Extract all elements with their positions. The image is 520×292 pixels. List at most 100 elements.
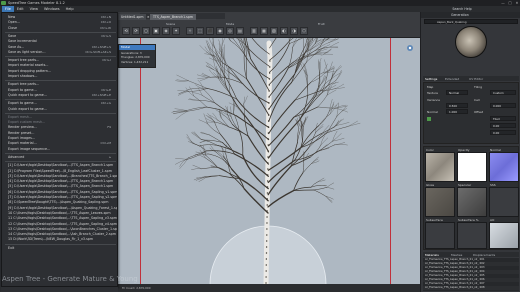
tiling-field[interactable]: Custom [490, 90, 516, 95]
close-window-button[interactable]: ✕ [514, 1, 520, 5]
toolbar-tool-icon[interactable]: ✦ [172, 27, 180, 35]
branch [326, 182, 334, 188]
normal-field[interactable]: 1.000 [446, 109, 468, 114]
branch [267, 165, 293, 196]
branch [176, 74, 189, 81]
tab-untitled[interactable]: Untitled1.spm [118, 14, 147, 20]
tab-settings-panel[interactable]: Settings [425, 77, 437, 81]
branch [186, 106, 207, 111]
toolbar-tool-icon[interactable]: ◑ [290, 27, 298, 35]
menu-item-label: Export to game... [8, 101, 37, 106]
menu-item[interactable]: Quick export to game... [2, 107, 117, 112]
cell-field[interactable]: 0.000 [490, 103, 516, 108]
minimize-button[interactable]: — [500, 1, 506, 5]
toolbar-tool-icon[interactable]: ▥ [250, 27, 258, 35]
branch [217, 151, 224, 158]
tab-meshes[interactable]: Meshes [451, 253, 462, 257]
branch [244, 55, 270, 79]
material-list: Ar_Flamevine_TTS_Aspen_Branch_01_v2_ 001… [423, 258, 519, 291]
menu-item[interactable]: Close Ctrl+W [2, 26, 117, 31]
enable-checkbox[interactable] [427, 117, 431, 121]
branch [199, 140, 210, 143]
specular-map-swatch[interactable] [457, 187, 487, 217]
maximize-button[interactable]: □ [507, 1, 513, 5]
branches [171, 38, 361, 214]
menu-item-label: [3] C:\Users\fogis\Desktop\Sandbox\...\B… [8, 173, 117, 178]
toolbar-tool-icon[interactable]: ▦ [260, 27, 268, 35]
branch [243, 188, 269, 214]
toolbar-tool-icon[interactable]: ◉ [216, 27, 224, 35]
normal-map-swatch[interactable] [489, 152, 519, 182]
menu-item[interactable]: Import shadows... [2, 74, 117, 79]
branch [315, 38, 322, 44]
prop-label-variance: Variance [427, 98, 440, 102]
offset-field[interactable]: Tiled [490, 116, 516, 121]
menu-item[interactable]: Advanced ▸ [2, 155, 117, 160]
toolbar-tool-icon[interactable]: ⬚ [196, 27, 204, 35]
offset-v-field[interactable]: 0.00 [490, 130, 516, 135]
subsurface-map-swatch[interactable] [425, 222, 455, 249]
toolbar-tool-icon[interactable]: ⟲ [122, 27, 130, 35]
branch [251, 38, 270, 55]
menu-item[interactable]: 15 D:\Work\3D\Trees\...\NEW_Douglas_Fir_… [2, 237, 117, 242]
toolbar-tool-icon[interactable]: ⬛ [206, 27, 214, 35]
toolbar-tool-icon[interactable]: ▤ [236, 27, 244, 35]
branch [218, 43, 221, 54]
assets-tab-strip: Materials Meshes Displacements [423, 252, 519, 257]
variance-field[interactable]: 0.500 [446, 103, 468, 108]
tab-uv-editor[interactable]: UV Editor [469, 77, 483, 81]
sss-map-swatch[interactable] [489, 187, 519, 217]
subsurface-pct-swatch[interactable] [457, 222, 487, 249]
color-map-swatch[interactable] [425, 152, 455, 182]
menu-item-label: [7] C:\Users\fogis\Desktop\Sandbox\...\T… [8, 195, 117, 199]
menu-item-label: Export images... [8, 136, 35, 140]
menu-item[interactable]: Save as light version... Ctrl+Shift+Alt+S [2, 50, 117, 55]
close-tab-icon[interactable]: ✕ [147, 14, 150, 20]
toolbar-tool-icon[interactable]: ⬡ [300, 27, 308, 35]
menu-item-label: Export custom mesh... [8, 120, 46, 125]
toolbar-tool-icon[interactable]: ◎ [226, 27, 234, 35]
ao-map-swatch[interactable] [489, 222, 519, 249]
menu-item[interactable]: Quick export to game... Ctrl+Shift+E [2, 93, 117, 98]
tab-extended[interactable]: Extended [445, 77, 459, 81]
branch [293, 50, 316, 63]
tab-materials[interactable]: Materials [425, 253, 439, 257]
menu-item-label: Export mesh... [8, 114, 33, 119]
branch [268, 81, 293, 122]
branch [326, 38, 339, 41]
menu-item-label: 14 C:\Users\fogis\Desktop\Sandbox\...\As… [8, 232, 116, 237]
texture-field[interactable]: Normal [446, 90, 468, 95]
menu-item-label: Export image sequence... [8, 146, 51, 151]
menu-separator [5, 161, 116, 163]
branch [193, 95, 207, 108]
prop-label-offset: Offset [474, 110, 484, 114]
toolbar-tool-icon[interactable]: ✧ [186, 27, 194, 35]
menu-item[interactable]: Export image sequence... [2, 147, 117, 152]
toolbar-tool-icon[interactable]: ▣ [152, 27, 160, 35]
toolbar-tool-icon[interactable]: ◻ [142, 27, 150, 35]
tab-displacements[interactable]: Displacements [473, 253, 495, 257]
model-stats-hud: Model Generations: 3 Triangles: 2,870,00… [118, 44, 156, 68]
menu-item[interactable]: Exit [2, 246, 117, 251]
object-name-field[interactable]: Aspen_Bark_Quaking [424, 19, 518, 24]
material-list-item[interactable]: Ar_Flamevine_TTS_Aspen_Branch_01_v2_ 008 [423, 286, 519, 290]
menu-separator [5, 56, 116, 58]
menu-item-label: Export tree parts... [8, 82, 40, 87]
file-menu-dropdown: New Ctrl+N Open... Ctrl+O Close Ctrl+W Save Ctr… [1, 12, 118, 287]
offset-u-field[interactable]: 0.00 [490, 123, 516, 128]
branch [212, 38, 215, 48]
toolbar-tool-icon[interactable]: ▧ [270, 27, 278, 35]
menu-item-label: 10 C:\Users\fogis\Desktop\Sandbox\...\TT… [8, 210, 111, 215]
branch [289, 38, 304, 44]
branch [179, 157, 189, 167]
toolbar-tool-icon[interactable]: ⟳ [132, 27, 140, 35]
gloss-map-swatch[interactable] [425, 187, 455, 217]
branch [191, 168, 202, 170]
toolbar-tool-icon[interactable]: ◐ [280, 27, 288, 35]
branch [207, 123, 221, 135]
hud-line: Vertices: 1,432,211 [121, 59, 149, 64]
toolbar-tool-icon[interactable]: ◈ [162, 27, 170, 35]
3d-viewport[interactable] [118, 38, 420, 284]
tab-aspen-branch[interactable]: TTS_Aspen_Branch1.spm [150, 14, 196, 20]
opacity-map-swatch[interactable] [457, 152, 487, 182]
